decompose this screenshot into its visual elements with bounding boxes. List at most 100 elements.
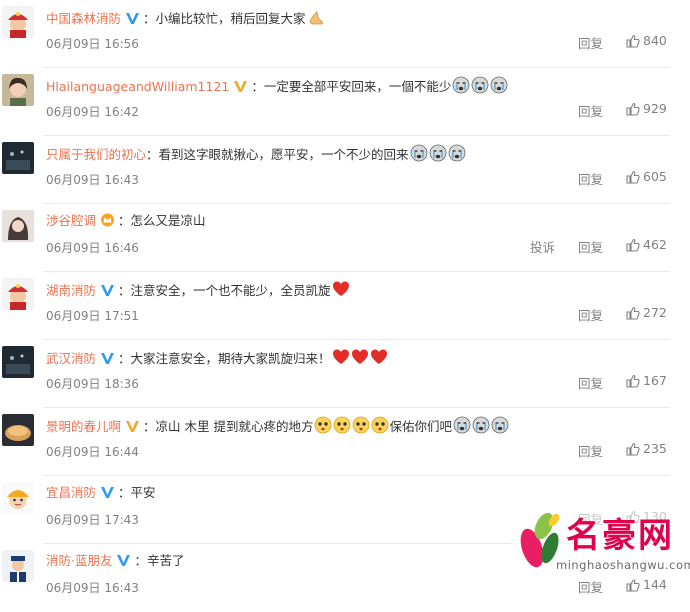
like-button[interactable]: 272 [626,305,667,320]
thumbs-up-icon [626,374,640,388]
username-link[interactable]: 景明的春儿啊 [46,419,121,434]
sob-emoji-icon [429,144,446,162]
avatar-image [2,6,34,38]
avatar-image [2,346,34,378]
avatar[interactable] [2,210,34,242]
like-count: 929 [643,101,667,116]
comment-text: ：大家注意安全，期待大家凯旋归来！ [118,351,331,366]
like-count: 840 [643,33,667,48]
worried-emoji-icon [334,416,351,434]
comment-item: 景明的春儿啊 ：凉山 木里 提到就心疼的地方 保佑你们吧 06月09日 16:44 回复… [0,408,690,476]
heart-emoji-icon [370,349,387,364]
heart-emoji-icon [332,281,349,296]
comment-item: 湖南消防 ：注意安全，一个也不能少，全员凯旋 06月09日 17:51 回复 272 [0,272,690,340]
reply-link[interactable]: 回复 [578,237,603,256]
username-link[interactable]: 武汉消防 [46,351,96,366]
comment-content: 只属于我们的初心：看到这字眼就揪心，愿平安，一个不少的回来 [46,144,670,164]
username-link[interactable]: 涉谷腔调 [46,213,96,228]
sob-emoji-icon [453,416,471,434]
avatar[interactable] [2,6,34,38]
comment-content: 湖南消防 ：注意安全，一个也不能少，全员凯旋 [46,280,670,300]
comment-timestamp: 06月09日 17:51 [46,309,139,323]
sob-emoji-icon [448,144,465,162]
sob-emoji-icon [490,76,508,94]
avatar-image [2,74,34,106]
comment-text: ：辛苦了 [134,553,185,568]
comment-text-continued: 保佑你们吧 [389,419,452,434]
like-count: 605 [643,169,667,184]
blue-verified-icon [101,487,115,498]
heart-emoji-icon [351,349,368,364]
comment-text: ：小编比较忙，稍后回复大家 [143,11,306,26]
comment-timestamp: 06月09日 18:36 [46,377,139,391]
avatar[interactable] [2,278,34,310]
blue-verified-icon [126,13,140,24]
like-button[interactable]: 235 [626,441,667,456]
username-link[interactable]: 中国森林消防 [46,11,121,26]
avatar-image [2,142,34,174]
gold-verified-icon [126,421,140,432]
avatar-image [2,550,34,582]
reply-link[interactable]: 回复 [578,305,603,324]
sob-emoji-icon [452,76,470,94]
thumbs-up-icon [626,170,640,184]
thumbs-up-icon [626,102,640,116]
username-link[interactable]: 只属于我们的初心 [46,147,146,162]
sob-emoji-icon [410,144,427,162]
comment-content: HlailanguageandWilliam1121 ：一定要全部平安回来，一個不… [46,76,670,96]
thumbs-up-icon [626,238,640,252]
avatar[interactable] [2,142,34,174]
comment-content: 涉谷腔调 ：怎么又是凉山 [46,212,670,230]
comment-text: ：一定要全部平安回来，一個不能少 [251,79,452,94]
like-count: 167 [643,373,667,388]
username-link[interactable]: HlailanguageandWilliam1121 [46,79,229,94]
reply-link[interactable]: 回复 [578,441,603,460]
like-button[interactable]: 840 [626,33,667,48]
vip-crown-icon [101,213,115,227]
comment-item: 涉谷腔调 ：怎么又是凉山 06月09日 16:46 投诉 回复 462 [0,204,690,272]
reply-link[interactable]: 回复 [578,169,603,188]
avatar[interactable] [2,550,34,582]
report-link[interactable]: 投诉 [530,237,555,256]
avatar[interactable] [2,346,34,378]
reply-link[interactable]: 回复 [578,101,603,120]
like-count: 235 [643,441,667,456]
worried-emoji-icon [315,416,332,434]
reply-link[interactable]: 回复 [578,33,603,52]
comment-timestamp: 06月09日 16:43 [46,173,139,187]
heart-emoji-icon [332,349,349,364]
thumbs-up-icon [626,306,640,320]
gold-verified-icon [234,81,248,92]
comment-item: 只属于我们的初心：看到这字眼就揪心，愿平安，一个不少的回来 06月09日 16:4… [0,136,690,204]
comment-timestamp: 06月09日 16:46 [46,241,139,255]
comment-text: ：凉山 木里 提到就心疼的地方 [143,419,314,434]
sob-emoji-icon [491,416,509,434]
username-link[interactable]: 宜昌消防 [46,485,96,500]
username-link[interactable]: 湖南消防 [46,283,96,298]
like-button[interactable]: 462 [626,237,667,252]
like-button[interactable]: 929 [626,101,667,116]
comment-item: 中国森林消防 ：小编比较忙，稍后回复大家 06月09日 16:56 回复 840 [0,0,690,68]
like-button[interactable]: 605 [626,169,667,184]
watermark: 名豪网 minghaoshangwu.com [510,502,690,580]
avatar-image [2,210,34,242]
comment-content: 宜昌消防 ：平安 [46,484,670,502]
avatar[interactable] [2,74,34,106]
watermark-brand: 名豪网 [566,516,674,556]
username-link[interactable]: 消防·蓝朋友 [46,553,112,568]
watermark-url: minghaoshangwu.com [556,558,690,572]
comment-timestamp: 06月09日 16:44 [46,445,139,459]
comment-text: ：注意安全，一个也不能少，全员凯旋 [118,283,331,298]
comment-timestamp: 06月09日 16:42 [46,105,139,119]
comment-text: ：平安 [118,485,156,500]
comment-text: ：怎么又是凉山 [118,213,206,228]
avatar[interactable] [2,482,34,514]
blue-verified-icon [101,285,115,296]
like-button[interactable]: 167 [626,373,667,388]
like-count: 462 [643,237,667,252]
avatar[interactable] [2,414,34,446]
comment-item: 武汉消防 ：大家注意安全，期待大家凯旋归来！ 06月09日 18:36 回复 167 [0,340,690,408]
reply-link[interactable]: 回复 [578,373,603,392]
thumbs-up-icon [626,34,640,48]
worried-emoji-icon [372,416,389,434]
